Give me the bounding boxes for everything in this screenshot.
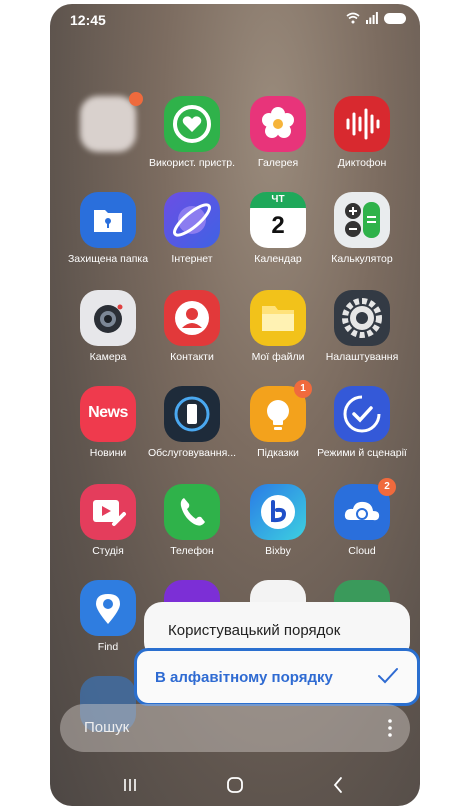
search-bar[interactable]: Пошук <box>60 704 410 752</box>
app-label: Галерея <box>257 157 299 169</box>
cloud-sync-icon: 2 <box>334 478 396 540</box>
sort-option-alphabetical-label: В алфавітному порядку <box>155 669 333 686</box>
app-label: Використ. пристр. <box>148 157 236 169</box>
video-edit-icon <box>80 484 136 540</box>
signal-icon <box>366 12 378 24</box>
check-circle-icon <box>334 386 390 442</box>
app-modes-routines[interactable]: Режими й сценарії <box>316 386 408 459</box>
flower-icon <box>250 96 306 152</box>
navigation-bar <box>50 764 420 806</box>
camera-icon <box>80 290 136 346</box>
gear-icon <box>334 290 390 346</box>
app-label: Налаштування <box>325 351 399 363</box>
sort-option-custom[interactable]: Користувацький порядок <box>168 622 340 639</box>
app-settings[interactable]: Налаштування <box>316 290 408 363</box>
app-secure-folder[interactable]: Захищена папка <box>62 192 154 265</box>
calendar-date: 2 <box>271 212 285 239</box>
app-label: Телефон <box>170 545 214 557</box>
app-cloud[interactable]: 2 Cloud <box>316 478 408 557</box>
home-icon[interactable] <box>226 776 244 794</box>
phone-screen: 12:45 Використ. пристр. Галерея Диктофон… <box>50 4 420 806</box>
app-label: Диктофон <box>337 157 387 169</box>
planet-icon <box>164 192 220 248</box>
notification-badge: 2 <box>378 478 396 496</box>
app-tips[interactable]: 1 Підказки <box>232 380 324 459</box>
news-icon-text: News <box>88 404 128 421</box>
app-label: Підказки <box>257 447 299 459</box>
search-placeholder: Пошук <box>84 719 130 736</box>
sort-option-alphabetical[interactable]: В алфавітному порядку <box>134 648 420 706</box>
app-calculator[interactable]: Калькулятор <box>316 192 408 265</box>
wifi-icon <box>346 12 360 24</box>
app-label: Захищена папка <box>67 253 149 265</box>
app-label: Новини <box>89 447 127 459</box>
app-contacts[interactable]: Контакти <box>146 290 238 363</box>
app-gallery[interactable]: Галерея <box>232 96 324 169</box>
heart-ring-icon <box>164 96 220 152</box>
app-label: Студія <box>92 545 124 557</box>
status-icons <box>346 12 406 24</box>
app-label: Cloud <box>348 545 376 557</box>
recent-apps-icon[interactable] <box>122 777 138 793</box>
person-icon <box>164 290 220 346</box>
waveform-icon <box>334 96 390 152</box>
app-label: Режими й сценарії <box>317 447 407 459</box>
checkmark-icon <box>378 668 398 684</box>
lightbulb-icon: 1 <box>250 380 312 442</box>
app-recorder[interactable]: Диктофон <box>316 96 408 169</box>
app-news[interactable]: News Новини <box>62 386 154 459</box>
app-device-care[interactable]: Використ. пристр. <box>146 96 238 169</box>
app-camera[interactable]: Камера <box>62 290 154 363</box>
app-label: Інтернет <box>171 253 213 265</box>
app-label: Мої файли <box>251 351 305 363</box>
app-internet[interactable]: Інтернет <box>146 192 238 265</box>
calendar-icon: ЧТ 2 <box>250 192 306 248</box>
more-options-icon[interactable] <box>388 718 392 738</box>
back-icon[interactable] <box>332 776 344 794</box>
bixby-icon <box>250 484 306 540</box>
app-calendar[interactable]: ЧТ 2 Календар <box>232 192 324 265</box>
news-icon: News <box>80 386 136 442</box>
app-studio[interactable]: Студія <box>62 484 154 557</box>
app-label: Календар <box>254 253 302 265</box>
app-my-files[interactable]: Мої файли <box>232 290 324 363</box>
folder-lock-icon <box>80 192 136 248</box>
notification-dot <box>129 92 143 106</box>
app-bixby[interactable]: Bixby <box>232 484 324 557</box>
app-find[interactable]: Find <box>62 580 154 653</box>
device-care-icon <box>164 386 220 442</box>
status-time: 12:45 <box>70 12 106 28</box>
app-label: Обслуговування... <box>147 447 237 459</box>
folder-icon <box>250 290 306 346</box>
app-label: Контакти <box>170 351 214 363</box>
calendar-day: ЧТ <box>271 194 285 205</box>
battery-icon <box>384 12 406 24</box>
app-phone[interactable]: Телефон <box>146 484 238 557</box>
blurred-app-icon <box>80 96 136 152</box>
notification-badge: 1 <box>294 380 312 398</box>
app-blurred[interactable] <box>62 92 154 152</box>
location-pin-icon <box>80 580 136 636</box>
app-label: Bixby <box>265 545 291 557</box>
app-maintenance[interactable]: Обслуговування... <box>146 386 238 459</box>
app-label: Камера <box>89 351 127 363</box>
app-label: Калькулятор <box>331 253 393 265</box>
phone-icon <box>164 484 220 540</box>
calculator-icon <box>334 192 390 248</box>
